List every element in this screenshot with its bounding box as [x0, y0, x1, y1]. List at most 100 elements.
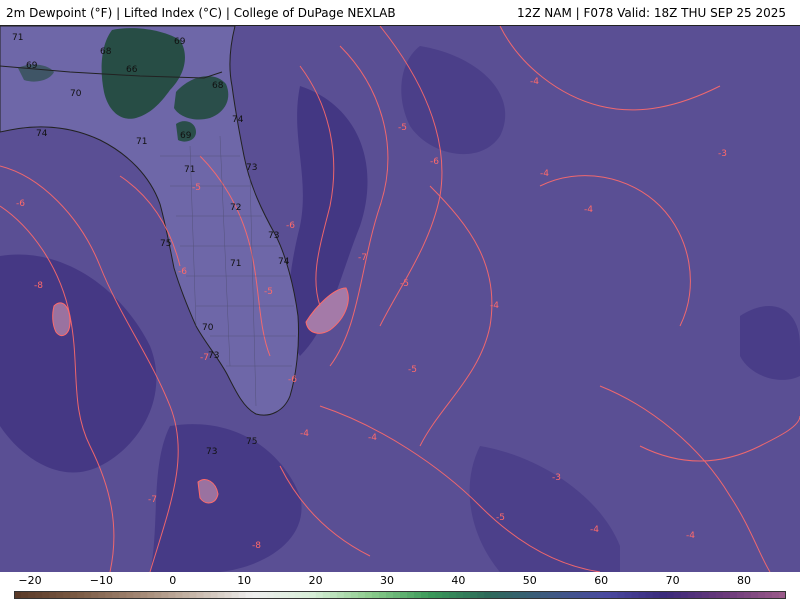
dewpoint-label: 73	[206, 447, 217, 457]
colorbar-segment	[91, 591, 99, 599]
dewpoint-label: 74	[232, 115, 244, 125]
colorbar-tick-label: 40	[451, 574, 466, 587]
dewpoint-label: 74	[278, 257, 290, 267]
map-canvas: 71 73 69 68 69 66 70 68 74 74 71 69 71 7…	[0, 26, 800, 572]
colorbar-segment	[736, 591, 745, 599]
colorbar-segment	[266, 591, 275, 599]
li-label: -5	[400, 279, 409, 289]
li-label: -4	[300, 429, 309, 439]
li-label: -7	[200, 353, 209, 363]
colorbar-tick-label: 30	[380, 574, 394, 587]
colorbar-segment	[154, 591, 162, 599]
colorbar-segment	[49, 591, 57, 599]
dewpoint-label: 73	[208, 351, 219, 361]
li-label: -8	[252, 541, 261, 551]
li-label: -6	[16, 199, 25, 209]
colorbar-segment	[350, 591, 359, 599]
colorbar-segment	[280, 591, 289, 599]
colorbar-segment	[694, 591, 703, 599]
colorbar-segment	[224, 591, 233, 599]
colorbar-segment	[561, 591, 570, 599]
dewpoint-label: 71	[12, 33, 23, 43]
colorbar-segment	[105, 591, 113, 599]
dewpoint-label: 70	[70, 89, 82, 99]
dewpoint-label: 68	[212, 81, 224, 91]
li-label: -3	[718, 149, 727, 159]
colorbar-segment	[84, 591, 92, 599]
colorbar-segment	[603, 591, 612, 599]
colorbar-segment	[435, 591, 443, 599]
li-label: -7	[358, 253, 367, 263]
li-label: -4	[584, 205, 593, 215]
colorbar-segment	[336, 591, 345, 599]
li-label: -6	[430, 157, 439, 167]
colorbar-segment	[70, 591, 78, 599]
colorbar-segment	[42, 591, 50, 599]
dewpoint-label: 73	[80, 26, 91, 29]
colorbar-tick-label: 10	[237, 574, 252, 587]
colorbar-segment	[547, 591, 555, 599]
colorbar-strip	[14, 591, 786, 599]
colorbar-segment	[477, 591, 485, 599]
colorbar-segment	[729, 591, 738, 599]
colorbar-segment	[203, 591, 212, 599]
colorbar-segment	[294, 591, 303, 599]
colorbar-segment	[400, 591, 408, 599]
colorbar-segment	[161, 591, 169, 599]
colorbar-segment	[764, 591, 773, 599]
li-label: -6	[178, 267, 187, 277]
colorbar-segment	[617, 591, 626, 599]
li-label: -4	[540, 169, 549, 179]
colorbar-segment	[484, 591, 492, 599]
colorbar-segment	[673, 591, 682, 599]
colorbar-segment	[519, 591, 527, 599]
colorbar-segment	[540, 591, 548, 599]
colorbar-segment	[119, 591, 127, 599]
dewpoint-label: 73	[268, 231, 279, 241]
colorbar-segment	[463, 591, 471, 599]
li-label: -5	[496, 513, 505, 523]
map-header: 2m Dewpoint (°F) | Lifted Index (°C) | C…	[0, 0, 800, 26]
colorbar-segment	[364, 591, 373, 599]
li-label: -6	[288, 375, 297, 385]
colorbar-segment	[526, 591, 534, 599]
colorbar-segment	[98, 591, 106, 599]
li-label: -6	[286, 221, 295, 231]
li-label: -5	[408, 365, 417, 375]
colorbar-tick-label: 70	[665, 574, 680, 587]
colorbar-segment	[722, 591, 731, 599]
colorbar-segment	[701, 591, 710, 599]
colorbar-segment	[21, 591, 29, 599]
li-label: -3	[552, 473, 561, 483]
colorbar-segment	[491, 591, 499, 599]
colorbar-segment	[308, 591, 317, 599]
colorbar-segment	[407, 591, 415, 599]
li-label: -4	[590, 525, 599, 535]
colorbar-segment	[680, 591, 689, 599]
colorbar-segment	[238, 591, 247, 599]
colorbar-segment	[329, 591, 338, 599]
colorbar-segment	[631, 591, 640, 599]
colorbar-segment	[715, 591, 724, 599]
li-label: -4	[686, 531, 695, 541]
colorbar-segment	[301, 591, 310, 599]
dewpoint-label: 66	[126, 65, 138, 75]
colorbar-segment	[273, 591, 282, 599]
colorbar-segment	[554, 591, 563, 599]
colorbar-segment	[778, 591, 786, 599]
colorbar-segment	[652, 591, 661, 599]
colorbar-segment	[708, 591, 717, 599]
colorbar-segment	[56, 591, 64, 599]
colorbar-segment	[575, 591, 584, 599]
colorbar-segment	[456, 591, 464, 599]
li-label: -8	[34, 281, 43, 291]
colorbar-segment	[638, 591, 647, 599]
colorbar-segment	[533, 591, 541, 599]
colorbar-segment	[245, 591, 254, 599]
colorbar-tick-label: −10	[89, 574, 113, 587]
colorbar-segment	[77, 591, 85, 599]
colorbar-segment	[168, 591, 177, 599]
colorbar-segment	[659, 591, 668, 599]
colorbar-segment	[750, 591, 759, 599]
colorbar-segment	[287, 591, 296, 599]
